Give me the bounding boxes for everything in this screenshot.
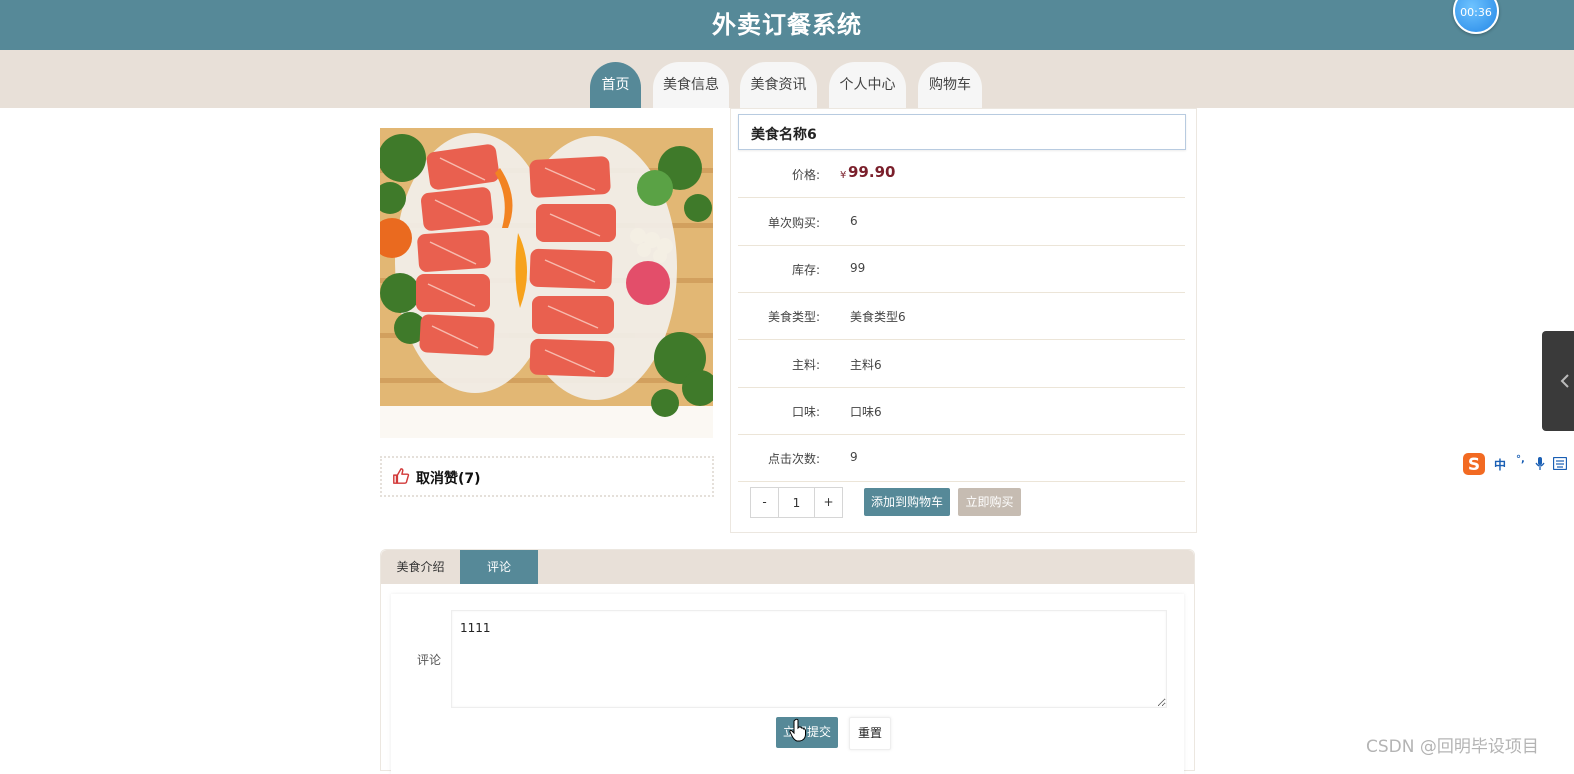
food-image (380, 128, 713, 438)
keyboard-icon[interactable] (1553, 457, 1567, 470)
header-bar: 外卖订餐系统 00:36 (0, 0, 1574, 50)
comment-label: 评论 (417, 653, 442, 667)
buy-now-button[interactable]: 立即购买 (958, 488, 1021, 516)
main-nav: 首页 美食信息 美食资讯 个人中心 购物车 (0, 50, 1574, 108)
price-value: 99.90 (848, 163, 896, 181)
microphone-icon[interactable] (1534, 456, 1546, 472)
product-name: 美食名称6 (751, 127, 817, 143)
hand-cursor-icon (789, 718, 806, 742)
tab-food-intro[interactable]: 美食介绍 (381, 550, 460, 584)
add-to-cart-button[interactable]: 添加到购物车 (864, 488, 950, 516)
quantity-input[interactable] (779, 488, 814, 517)
row-value: 9 (850, 450, 858, 464)
row-value: 99 (850, 261, 866, 275)
quantity-increase-button[interactable]: + (814, 488, 842, 517)
info-row-single-purchase: 单次购买: 6 (738, 198, 1185, 246)
unlike-label: 取消赞(7) (416, 471, 481, 487)
comment-form: 评论 1111 立即提交 重置 (391, 594, 1184, 774)
site-title: 外卖订餐系统 (712, 11, 862, 39)
info-row-food-type: 美食类型: 美食类型6 (738, 292, 1185, 340)
row-label: 点击次数: (767, 452, 820, 466)
comment-textarea[interactable]: 1111 (451, 610, 1167, 708)
svg-text:S: S (1468, 455, 1480, 475)
csdn-watermark: CSDN @回明毕设项目 (1366, 737, 1539, 757)
ime-language-toggle[interactable]: 中 (1494, 456, 1506, 473)
price-currency: ¥ (840, 170, 847, 181)
tab-comments[interactable]: 评论 (460, 550, 538, 584)
price-label: 价格: (791, 168, 820, 182)
row-label: 美食类型: (767, 310, 820, 324)
sogou-s-icon[interactable]: S (1462, 452, 1486, 476)
ime-punctuation-toggle[interactable]: °, (1516, 454, 1525, 465)
row-value: 口味6 (850, 405, 882, 419)
quantity-decrease-button[interactable]: - (751, 488, 779, 517)
thumbs-up-icon (393, 468, 410, 484)
row-label: 主料: (791, 358, 820, 372)
side-panel-toggle[interactable] (1542, 331, 1574, 431)
unlike-button[interactable]: 取消赞(7) (380, 456, 714, 497)
info-row-click-count: 点击次数: 9 (738, 434, 1185, 482)
reset-button[interactable]: 重置 (849, 717, 891, 750)
info-row-price: 价格: ¥ 99.90 (738, 150, 1185, 198)
info-row-flavor: 口味: 口味6 (738, 387, 1185, 435)
ime-toolbar: S 中 °, (1462, 450, 1574, 478)
detail-tabs-section: 美食介绍 评论 评论 1111 立即提交 重置 (380, 549, 1195, 774)
quantity-stepper: - + (750, 487, 843, 518)
detail-tabs-header: 美食介绍 评论 (381, 550, 1194, 584)
submit-comment-button[interactable]: 立即提交 (776, 717, 838, 748)
row-value: 美食类型6 (850, 310, 906, 324)
nav-tab-home[interactable]: 首页 (590, 62, 641, 108)
row-label: 口味: (791, 405, 820, 419)
nav-tab-personal-center[interactable]: 个人中心 (829, 62, 906, 108)
info-row-main-ingredient: 主料: 主料6 (738, 340, 1185, 388)
product-name-box: 美食名称6 (738, 114, 1186, 150)
row-label: 单次购买: (767, 216, 820, 230)
row-label: 库存: (791, 263, 820, 277)
chevron-left-icon (1560, 374, 1569, 388)
nav-tab-food-info[interactable]: 美食信息 (653, 62, 729, 108)
info-row-stock: 库存: 99 (738, 245, 1185, 293)
row-value: 6 (850, 214, 858, 228)
nav-tab-cart[interactable]: 购物车 (918, 62, 982, 108)
nav-tab-food-news[interactable]: 美食资讯 (740, 62, 817, 108)
row-value: 主料6 (850, 358, 882, 372)
